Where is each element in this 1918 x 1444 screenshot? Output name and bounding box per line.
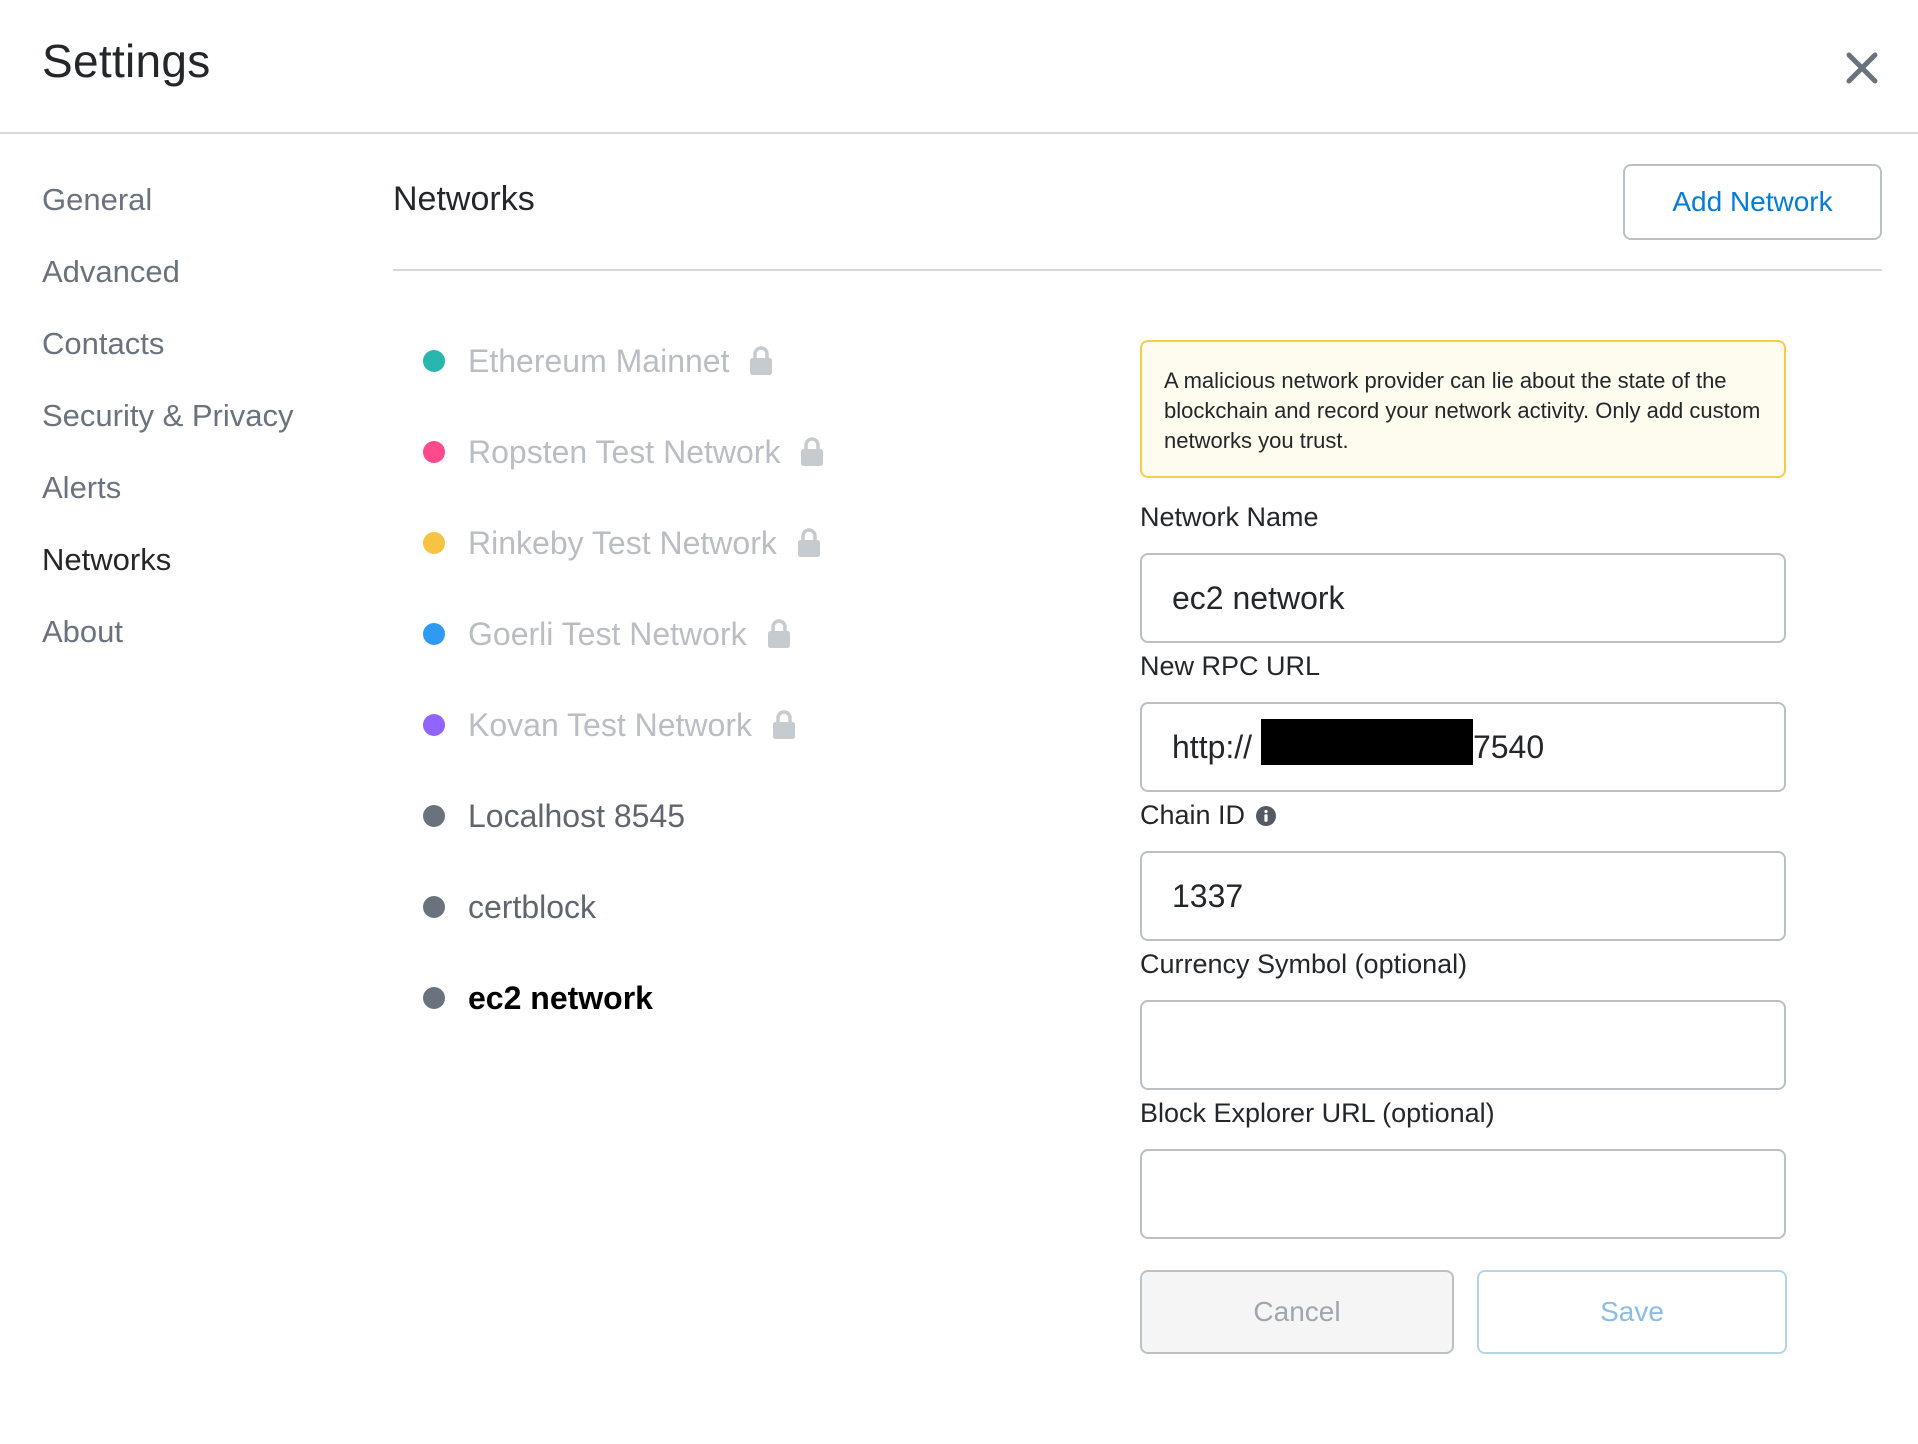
network-item-rinkeby[interactable]: Rinkeby Test Network (420, 518, 821, 568)
network-name-input[interactable] (1140, 553, 1786, 643)
network-color-dot (423, 350, 445, 372)
network-name-label-text: Network Name (1140, 502, 1319, 532)
network-item-label: Kovan Test Network (468, 706, 752, 743)
network-item-label: ec2 network (468, 979, 653, 1016)
network-item-label: Localhost 8545 (468, 797, 686, 834)
currency-symbol-input[interactable] (1140, 1000, 1786, 1090)
close-icon[interactable] (1840, 46, 1884, 90)
sidebar-item-security-privacy[interactable]: Security & Privacy (42, 398, 294, 434)
lock-icon (767, 619, 791, 649)
network-name-label: Network Name (1140, 502, 1319, 533)
network-item-ethereum-mainnet[interactable]: Ethereum Mainnet (420, 336, 773, 386)
block-explorer-label: Block Explorer URL (optional) (1140, 1098, 1495, 1129)
malicious-network-warning: A malicious network provider can lie abo… (1140, 340, 1786, 478)
network-item-label: certblock (468, 888, 597, 925)
rpc-url-suffix: :7540 (1464, 728, 1545, 765)
network-item-kovan[interactable]: Kovan Test Network (420, 700, 796, 750)
network-item-goerli[interactable]: Goerli Test Network (420, 609, 791, 659)
network-item-certblock[interactable]: certblock (420, 882, 596, 932)
rpc-url-prefix: http:// (1172, 728, 1253, 765)
network-item-label: Goerli Test Network (468, 615, 747, 652)
sidebar-item-general[interactable]: General (42, 182, 152, 218)
cancel-button[interactable]: Cancel (1140, 1270, 1454, 1354)
section-divider (393, 269, 1882, 271)
network-color-dot (423, 896, 445, 918)
chain-id-input[interactable] (1140, 851, 1786, 941)
network-item-label: Ropsten Test Network (468, 433, 781, 470)
redaction-block (1261, 719, 1473, 765)
network-item-label: Rinkeby Test Network (468, 524, 777, 561)
sidebar-item-about[interactable]: About (42, 614, 123, 650)
currency-symbol-label-text: Currency Symbol (optional) (1140, 949, 1468, 979)
add-network-button[interactable]: Add Network (1623, 164, 1882, 240)
page-title: Settings (42, 35, 211, 87)
currency-symbol-label: Currency Symbol (optional) (1140, 949, 1467, 980)
sidebar-item-networks[interactable]: Networks (42, 542, 171, 578)
block-explorer-label-text: Block Explorer URL (optional) (1140, 1098, 1495, 1128)
network-color-dot (423, 532, 445, 554)
settings-header: Settings (0, 0, 1918, 134)
lock-icon (772, 710, 796, 740)
network-item-localhost[interactable]: Localhost 8545 (420, 791, 685, 841)
sidebar-item-alerts[interactable]: Alerts (42, 470, 121, 506)
sidebar-item-contacts[interactable]: Contacts (42, 326, 164, 362)
networks-section-title: Networks (393, 180, 535, 218)
chain-id-label: Chain ID (1140, 800, 1277, 831)
block-explorer-input[interactable] (1140, 1149, 1786, 1239)
network-color-dot (423, 714, 445, 736)
save-button[interactable]: Save (1477, 1270, 1787, 1354)
lock-icon (749, 346, 773, 376)
network-color-dot (423, 623, 445, 645)
network-color-dot (423, 987, 445, 1009)
network-item-label: Ethereum Mainnet (468, 342, 730, 379)
network-item-ropsten[interactable]: Ropsten Test Network (420, 427, 824, 477)
rpc-url-label-text: New RPC URL (1140, 651, 1321, 681)
network-color-dot (423, 441, 445, 463)
lock-icon (800, 437, 824, 467)
chain-id-label-text: Chain ID (1140, 800, 1246, 830)
info-icon[interactable] (1255, 805, 1277, 827)
lock-icon (797, 528, 821, 558)
network-color-dot (423, 805, 445, 827)
network-item-ec2-network[interactable]: ec2 network (420, 973, 653, 1023)
sidebar-item-advanced[interactable]: Advanced (42, 254, 180, 290)
rpc-url-label: New RPC URL (1140, 651, 1320, 682)
